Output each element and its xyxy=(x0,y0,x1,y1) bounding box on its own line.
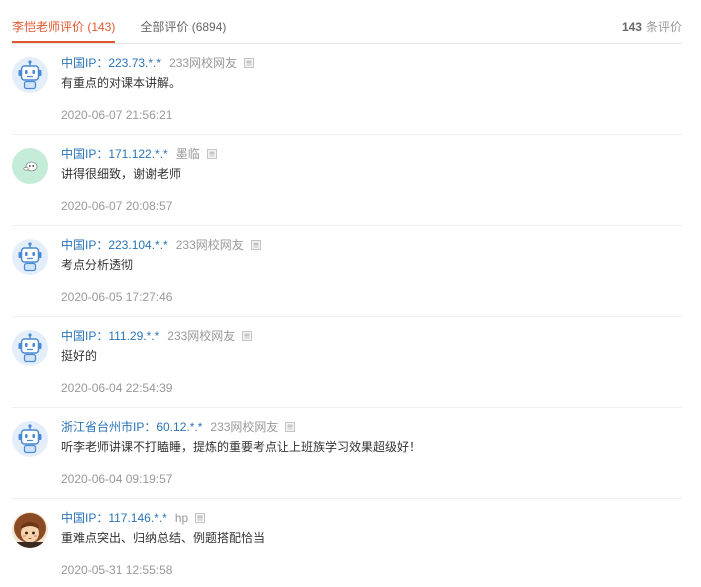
reviewer-location: 中国IP：111.29.*.* xyxy=(61,329,160,343)
reviewer-location: 中国IP：117.146.*.* xyxy=(61,511,167,525)
review-item: 浙江省台州市IP：60.12.*.* 233网校网友 听李老师讲课不打瞌睡，提炼的… xyxy=(12,408,682,499)
review-item: 中国IP：223.73.*.* 233网校网友 有重点的对课本讲解。 2020-0… xyxy=(12,44,682,135)
review-time: 2020-06-05 17:27:46 xyxy=(61,290,173,304)
review-time: 2020-06-04 09:19:57 xyxy=(61,472,173,486)
user-badge-icon-glyph xyxy=(285,422,296,432)
robot-avatar xyxy=(12,421,48,457)
review-time: 2020-06-04 22:54:39 xyxy=(61,381,173,395)
review-count-number: 143 xyxy=(621,20,642,34)
reviewer-location: 中国IP：223.104.*.* xyxy=(61,238,168,252)
robot-avatar xyxy=(12,239,48,275)
user-badge-icon-glyph xyxy=(195,513,206,523)
avatar xyxy=(12,148,48,184)
cartoon-girl-avatar xyxy=(12,512,48,548)
user-badge-icon-glyph xyxy=(242,331,253,341)
review-list: 中国IP：223.73.*.* 233网校网友 有重点的对课本讲解。 2020-0… xyxy=(12,44,682,580)
reviewer-name: 233网校网友 xyxy=(167,329,236,343)
review-text: 考点分析透彻 xyxy=(61,258,134,272)
user-badge-icon-glyph xyxy=(244,58,255,68)
review-item: 中国IP：223.104.*.* 233网校网友 考点分析透彻 2020-06-0… xyxy=(12,226,682,317)
reviewer-name: 233网校网友 xyxy=(210,420,279,434)
reviewer-location: 中国IP：223.73.*.* xyxy=(61,56,162,70)
review-meta: 浙江省台州市IP：60.12.*.* 233网校网友 xyxy=(61,417,682,437)
review-item: 中国IP：117.146.*.* hp 重难点突出、归纳总结、例题搭配恰当 202… xyxy=(12,499,682,580)
review-count: 143 条评价 xyxy=(622,17,682,37)
review-text: 讲得很细致，谢谢老师 xyxy=(61,167,182,181)
mint-cartoon-avatar xyxy=(12,148,48,184)
review-time: 2020-06-07 20:08:57 xyxy=(61,199,173,213)
avatar xyxy=(12,57,48,93)
review-text: 挺好的 xyxy=(61,349,98,363)
review-text: 听李老师讲课不打瞌睡，提炼的重要考点让上班族学习效果超级好！ xyxy=(61,440,422,454)
review-meta: 中国IP：111.29.*.* 233网校网友 xyxy=(61,326,682,346)
review-text: 有重点的对课本讲解。 xyxy=(61,76,182,90)
avatar xyxy=(12,421,48,457)
user-badge-icon-glyph xyxy=(206,149,217,159)
review-time: 2020-05-31 12:55:58 xyxy=(61,563,173,577)
reviewer-name: 233网校网友 xyxy=(169,56,238,70)
user-badge-icon xyxy=(244,58,255,68)
user-badge-icon xyxy=(250,240,261,250)
reviewer-name: 233网校网友 xyxy=(175,238,244,252)
user-badge-icon xyxy=(285,422,296,432)
review-count-label: 条评价 xyxy=(645,20,682,34)
review-item: 中国IP：111.29.*.* 233网校网友 挺好的 2020-06-04 22… xyxy=(12,317,682,408)
review-meta: 中国IP：117.146.*.* hp xyxy=(61,508,682,528)
user-badge-icon xyxy=(195,513,206,523)
reviewer-location: 中国IP：171.122.*.* xyxy=(61,147,168,161)
user-badge-icon xyxy=(242,331,253,341)
review-time: 2020-06-07 21:56:21 xyxy=(61,108,173,122)
reviewer-location: 浙江省台州市IP：60.12.*.* xyxy=(61,420,203,434)
robot-avatar xyxy=(12,330,48,366)
user-badge-icon xyxy=(206,149,217,159)
review-meta: 中国IP：223.73.*.* 233网校网友 xyxy=(61,53,682,73)
avatar xyxy=(12,330,48,366)
user-badge-icon-glyph xyxy=(250,240,261,250)
avatar xyxy=(12,239,48,275)
review-tabs: 李恺老师评价 (143) 全部评价 (6894) 143 条评价 xyxy=(12,0,682,44)
tab-all-reviews[interactable]: 全部评价 (6894) xyxy=(140,0,226,43)
tab-teacher-reviews[interactable]: 李恺老师评价 (143) xyxy=(12,0,116,43)
review-meta: 中国IP：171.122.*.* 墨临 xyxy=(61,144,682,164)
robot-avatar xyxy=(12,57,48,93)
reviewer-name: 墨临 xyxy=(175,147,200,161)
review-text: 重难点突出、归纳总结、例题搭配恰当 xyxy=(61,531,266,545)
avatar xyxy=(12,512,48,548)
review-item: 中国IP：171.122.*.* 墨临 讲得很细致，谢谢老师 2020-06-07… xyxy=(12,135,682,226)
reviewer-name: hp xyxy=(174,511,189,525)
review-meta: 中国IP：223.104.*.* 233网校网友 xyxy=(61,235,682,255)
